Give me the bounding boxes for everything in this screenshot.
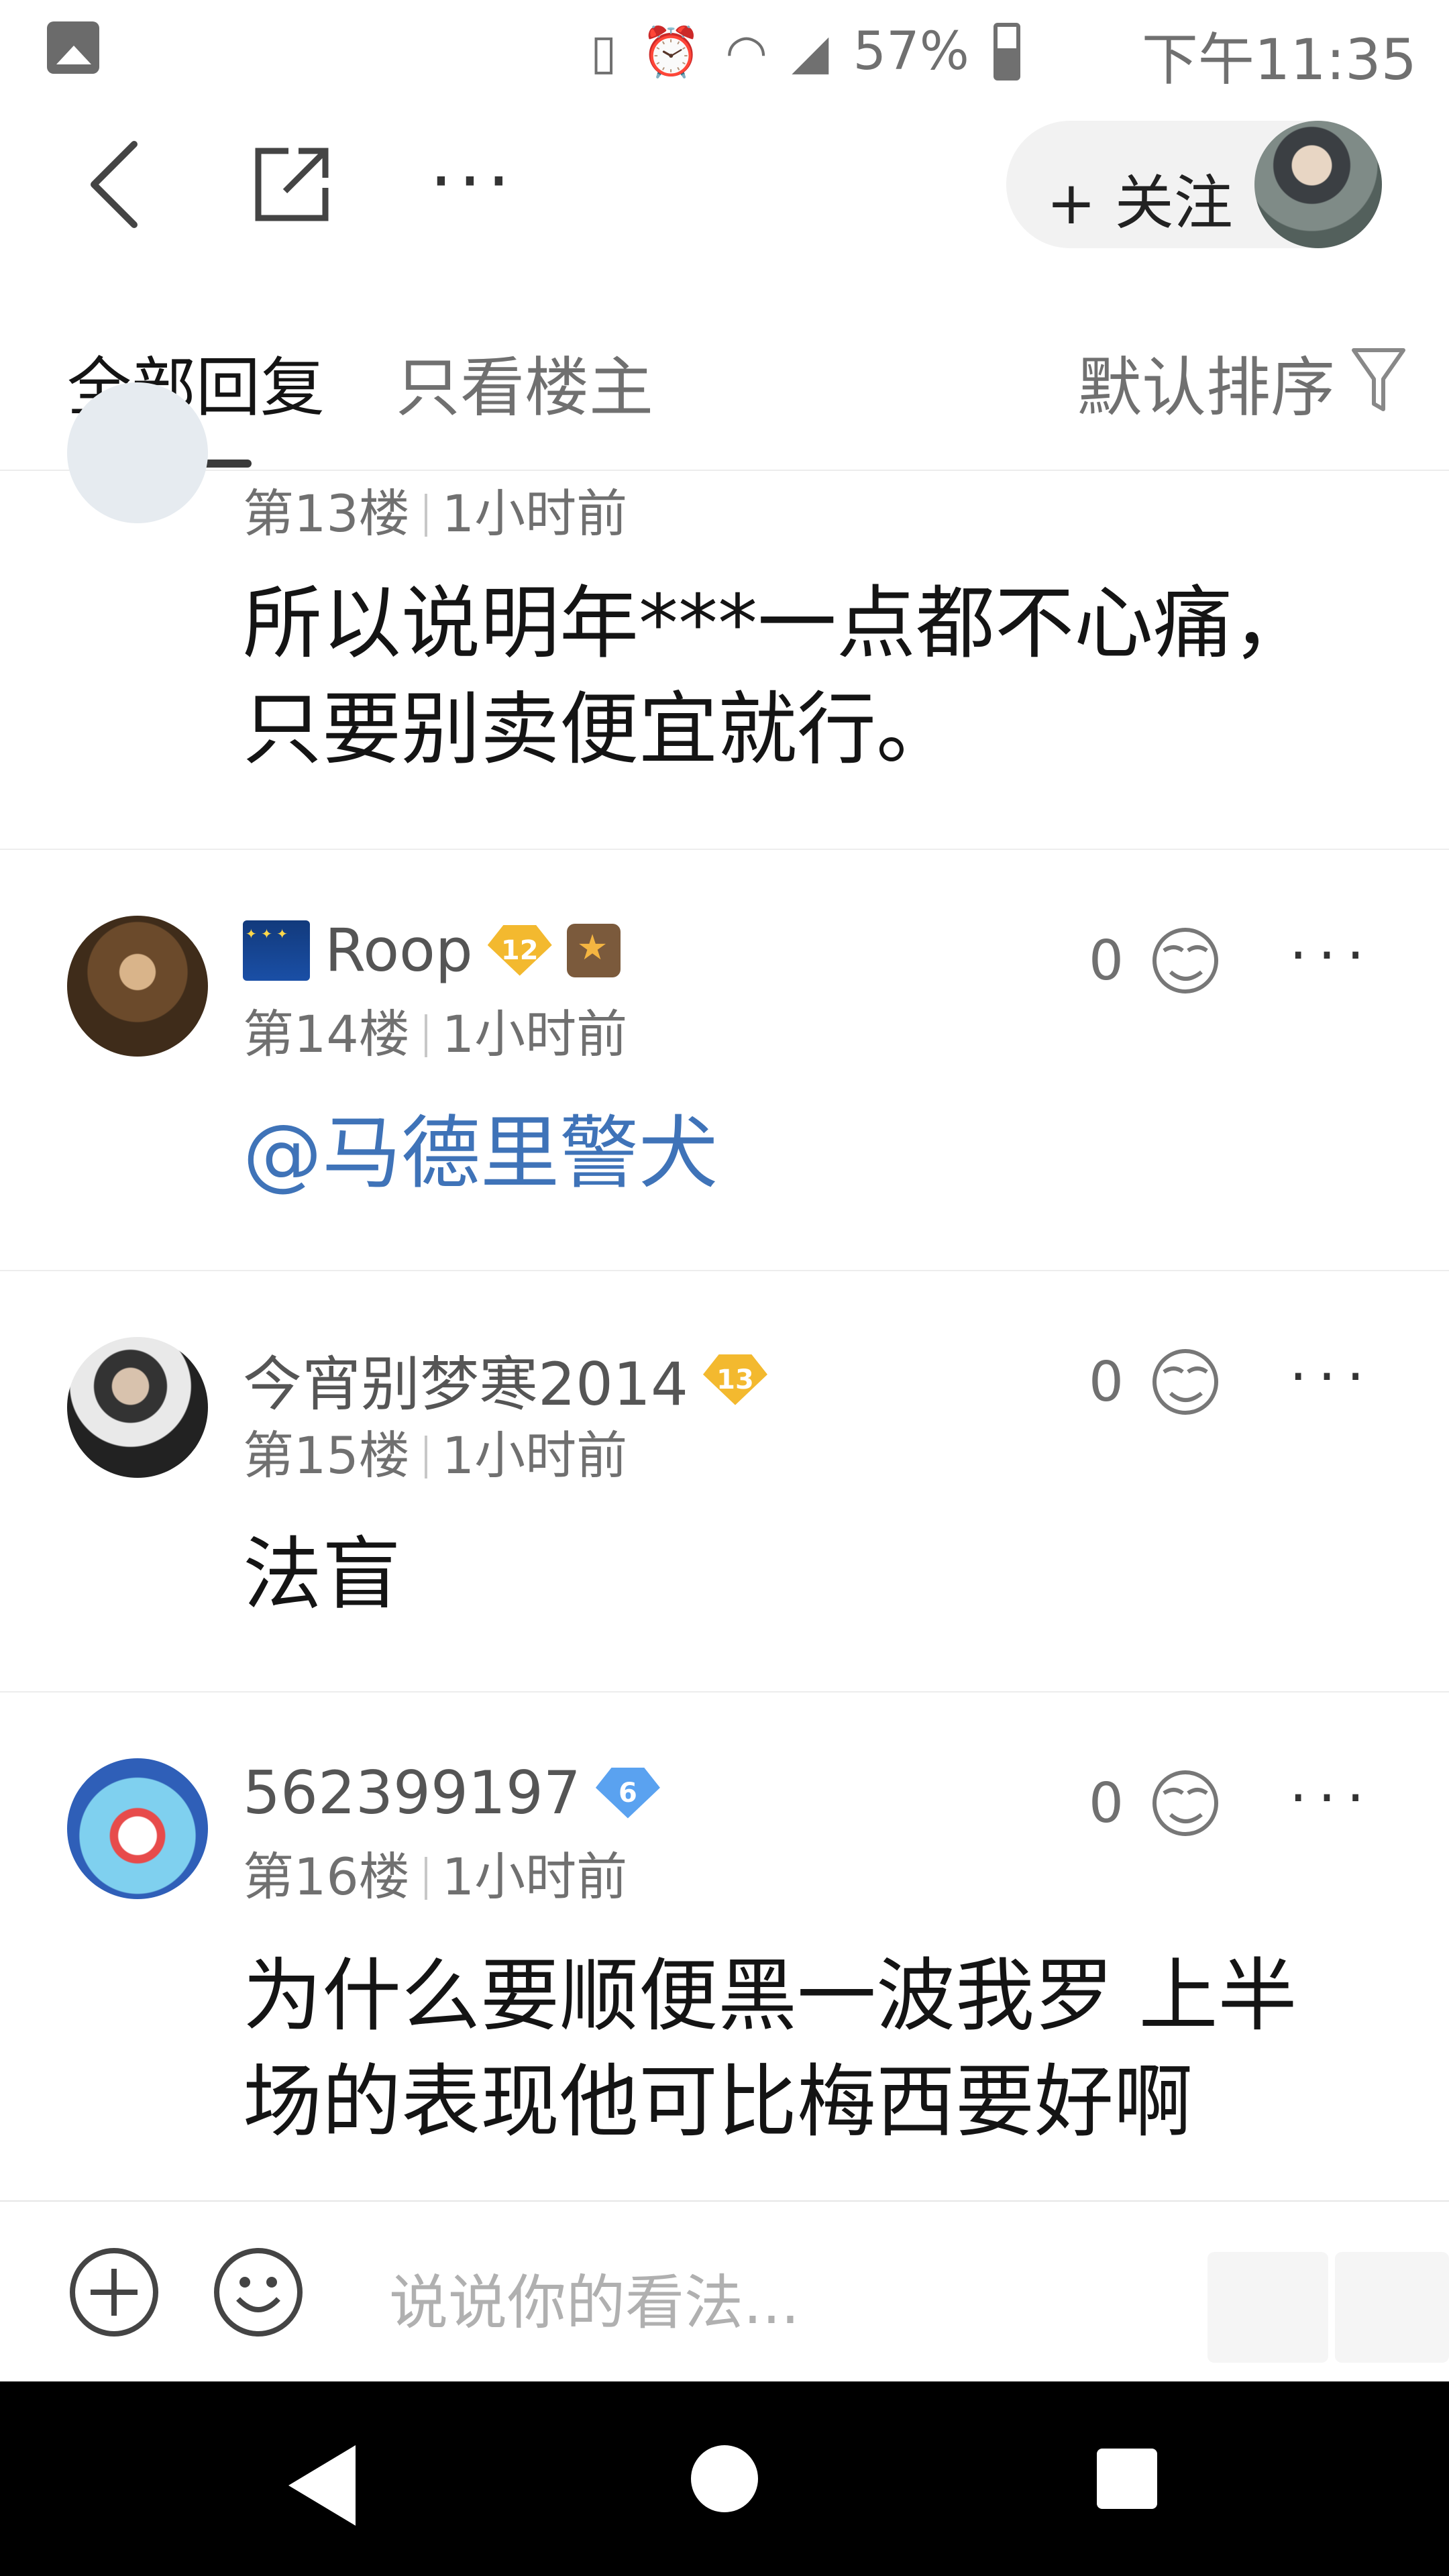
level-badge: 6 [595,1767,660,1819]
username[interactable]: Roop [325,916,473,985]
floor-meta: 第15楼 1小时前 [243,1414,627,1488]
post-time: 1小时前 [441,484,628,543]
level-badge: 13 [702,1354,767,1405]
top-nav: ··· + 关注 [0,107,1449,262]
image-icon [47,21,99,74]
system-nav-bar [0,2381,1449,2576]
sticker-icon[interactable] [1335,2252,1449,2363]
alarm-icon: ⏰ [641,23,702,80]
system-home-icon[interactable] [691,2445,758,2512]
filter-icon[interactable] [1348,342,1409,416]
more-icon[interactable]: ··· [1289,1344,1375,1409]
username[interactable]: 今宵别梦寒2014 [243,1337,688,1422]
level-badge: 12 [487,924,552,976]
floor-meta: 第16楼 1小时前 [243,1835,627,1909]
status-bar: ▯ ⏰ ◠ ◢ 57% 下午11:35 [0,0,1449,101]
more-icon[interactable]: ··· [1289,1765,1375,1831]
tab-op-only[interactable]: 只看楼主 [396,335,653,429]
reply-input-bar: 说说你的看法... [0,2200,1449,2383]
floor-number: 第14楼 [243,1004,410,1064]
share-icon[interactable] [248,141,335,228]
floor-number: 第15楼 [243,1426,410,1485]
floor-number: 第13楼 [243,484,410,543]
system-back-icon[interactable] [288,2445,356,2526]
like-icon[interactable] [1144,1345,1224,1419]
vibrate-icon: ▯ [590,23,617,80]
list-item: 562399197 6 第16楼 1小时前 0 ··· 为什么要顺便黑一波我罗 上… [0,1691,1449,2200]
post-time: 1小时前 [441,1426,628,1485]
avatar[interactable] [67,916,208,1057]
add-icon[interactable] [67,2245,161,2339]
user-row: 今宵别梦寒2014 13 [243,1337,767,1422]
floor-number: 第16楼 [243,1847,410,1907]
user-row: 562399197 6 [243,1758,660,1827]
battery-percent: 57% [853,21,969,82]
like-count: 0 [1088,929,1124,993]
like-count: 0 [1088,1772,1124,1835]
floor-meta: 第14楼 1小时前 [243,993,627,1067]
status-icons: ▯ ⏰ ◠ ◢ 57% [590,15,1020,89]
list-item: Roop 12 第14楼 1小时前 0 ··· @马德里警犬 [0,849,1449,1271]
post-time: 1小时前 [441,1847,628,1907]
post-time: 1小时前 [441,1004,628,1064]
reply-tabs: 全部回复 只看楼主 默认排序 [0,302,1449,471]
signal-icon: ◢ [792,23,829,80]
like-count: 0 [1088,1350,1124,1414]
flag-icon [243,920,310,981]
follow-button[interactable]: + 关注 [1006,121,1382,248]
list-item: 第13楼 1小时前 所以说明年***一点都不心痛，只要别卖便宜就行。 [0,382,1449,850]
list-item: 今宵别梦寒2014 13 第15楼 1小时前 0 ··· 法盲 [0,1270,1449,1693]
wifi-icon: ◠ [725,23,768,80]
battery-icon [993,23,1020,80]
author-avatar[interactable] [1254,121,1382,248]
back-arrow-icon[interactable] [74,134,154,235]
medal-icon [566,923,621,977]
emoji-icon[interactable] [211,2245,305,2339]
mention-link[interactable]: @马德里警犬 [243,1100,718,1206]
avatar[interactable] [67,382,208,523]
user-row: Roop 12 [243,916,621,985]
more-icon[interactable]: ··· [429,144,516,218]
clock: 下午11:35 [1141,27,1417,93]
username[interactable]: 562399197 [243,1758,581,1827]
like-icon[interactable] [1144,1766,1224,1840]
reply-input[interactable]: 说说你的看法... [389,2255,800,2341]
avatar[interactable] [67,1337,208,1478]
floor-meta: 第13楼 1小时前 [243,472,627,546]
avatar[interactable] [67,1758,208,1899]
sort-dropdown[interactable]: 默认排序 [1077,335,1335,429]
comment-text: 法盲 [243,1528,402,1621]
like-icon[interactable] [1144,924,1224,998]
follow-label: + 关注 [1046,168,1233,237]
more-icon[interactable]: ··· [1289,922,1375,988]
comment-text: 所以说明年***一点都不心痛，只要别卖便宜就行。 [243,577,1312,775]
comment-text: 为什么要顺便黑一波我罗 上半场的表现他可比梅西要好啊 [243,1949,1297,2148]
system-recents-icon[interactable] [1097,2449,1157,2509]
sticker-icon[interactable] [1208,2252,1328,2363]
